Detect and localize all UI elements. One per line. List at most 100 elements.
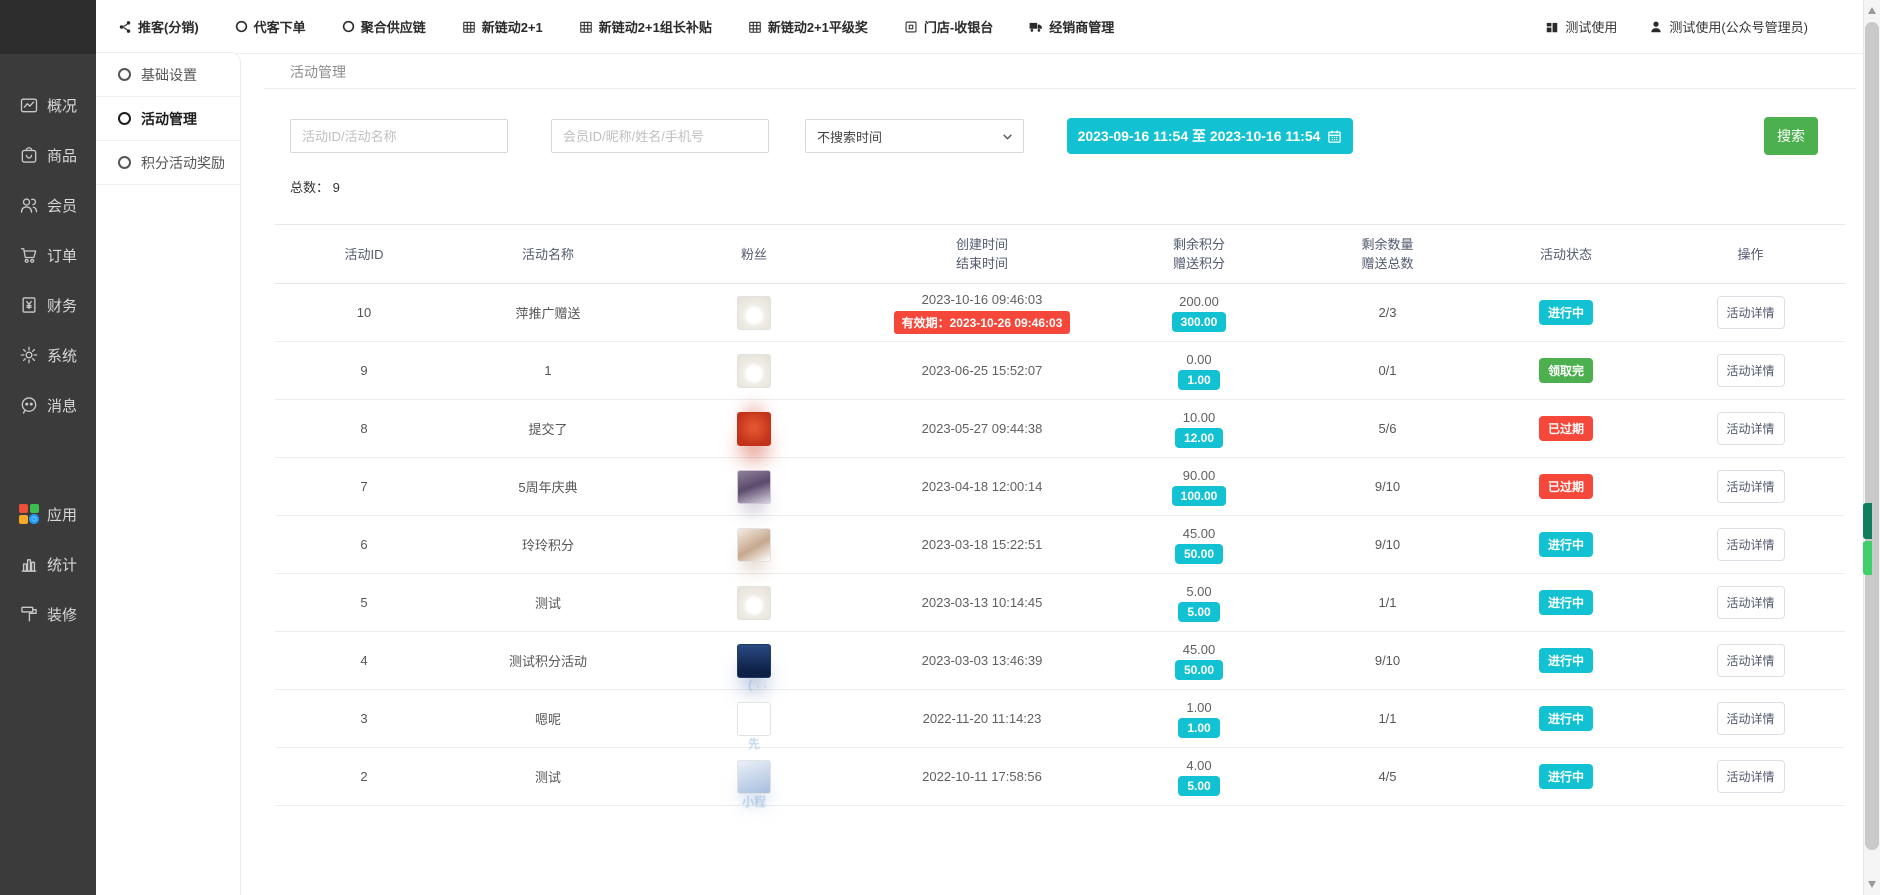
topnav-account-item[interactable]: 测试使用 (1545, 17, 1617, 36)
cell-activity-name: 萍推广赠送 (453, 284, 643, 342)
cell-quantity: 9/10 (1299, 632, 1476, 690)
finance-icon (19, 295, 39, 315)
page-title: 活动管理 (264, 54, 1856, 89)
cell-status: 领取完 (1476, 342, 1656, 400)
activity-detail-button[interactable]: 活动详情 (1717, 296, 1785, 329)
sidebar-item-stats[interactable]: 统计 (0, 539, 96, 589)
submenu-item-label: 活动管理 (141, 109, 197, 129)
cell-status: 已过期 (1476, 458, 1656, 516)
sidebar-item-decorate[interactable]: 装修 (0, 589, 96, 639)
edge-widget-top[interactable] (1863, 503, 1872, 539)
cell-activity-id: 2 (275, 748, 453, 806)
vertical-scrollbar[interactable] (1863, 0, 1880, 895)
status-badge: 已过期 (1539, 474, 1593, 499)
cell-status: 进行中 (1476, 284, 1656, 342)
cell-points: 10.0012.00 (1099, 400, 1299, 458)
circle-icon (118, 112, 131, 125)
topnav-item[interactable]: 门店-收银台 (904, 17, 993, 36)
search-button[interactable]: 搜索 (1764, 117, 1818, 155)
system-icon (19, 345, 39, 365)
remaining-points: 90.00 (1099, 468, 1299, 483)
status-badge: 领取完 (1539, 358, 1593, 383)
cell-fans (643, 342, 865, 400)
table-row: 5测试2023-03-13 10:14:455.005.001/1进行中活动详情 (275, 574, 1845, 632)
topnav-item[interactable]: 新链动2+1 (462, 17, 543, 36)
column-header-line: 赠送积分 (1100, 254, 1298, 273)
sidebar-item-overview[interactable]: 概况 (0, 80, 96, 130)
activity-detail-button[interactable]: 活动详情 (1717, 528, 1785, 561)
cell-status: 进行中 (1476, 516, 1656, 574)
topnav-item[interactable]: 新链动2+1组长补贴 (579, 17, 712, 36)
sidebar-item-label: 消息 (47, 395, 77, 416)
submenu-item[interactable]: 积分活动奖励 (96, 141, 240, 185)
cell-activity-name: 玲玲积分 (453, 516, 643, 574)
activity-detail-button[interactable]: 活动详情 (1717, 760, 1785, 793)
cell-activity-id: 10 (275, 284, 453, 342)
topbar: 推客(分销) 代客下单 聚合供应链 新链动2+1 新链动2+1组长补贴 新链动2+1平级奖… (96, 0, 1880, 54)
cell-fans: 先 (643, 690, 865, 748)
sidebar-item-label: 概况 (47, 95, 77, 116)
status-badge: 已过期 (1539, 416, 1593, 441)
activity-detail-button[interactable]: 活动详情 (1717, 644, 1785, 677)
activity-detail-button[interactable]: 活动详情 (1717, 702, 1785, 735)
sidebar-item-system[interactable]: 系统 (0, 330, 96, 380)
sidebar-item-members[interactable]: 会员 (0, 180, 96, 230)
cell-action: 活动详情 (1656, 342, 1845, 400)
orders-icon (19, 245, 39, 265)
edge-widget-bottom[interactable] (1863, 541, 1872, 575)
decorate-icon (19, 604, 39, 624)
date-range-button[interactable]: 2023-09-16 11:54 至 2023-10-16 11:54 (1067, 118, 1353, 154)
sidebar-main-nav: 概况商品会员订单财务系统消息 (0, 80, 96, 430)
submenu-item[interactable]: 活动管理 (96, 97, 240, 141)
gift-points-badge: 1.00 (1178, 718, 1219, 738)
scrollbar-up-arrow[interactable] (1868, 7, 1876, 14)
cell-activity-name: 提交了 (453, 400, 643, 458)
cell-activity-name: 5周年庆典 (453, 458, 643, 516)
sidebar-item-finance[interactable]: 财务 (0, 280, 96, 330)
activity-table: 活动ID活动名称粉丝创建时间结束时间剩余积分赠送积分剩余数量赠送总数活动状态操作… (275, 224, 1845, 806)
column-header-line: 粉丝 (644, 245, 864, 264)
column-header: 创建时间结束时间 (865, 225, 1099, 284)
activity-detail-button[interactable]: 活动详情 (1717, 354, 1785, 387)
topnav-item[interactable]: 新链动2+1平级奖 (748, 17, 868, 36)
fan-avatar (737, 760, 771, 794)
topnav-item[interactable]: 经销商管理 (1029, 17, 1114, 36)
activity-detail-button[interactable]: 活动详情 (1717, 470, 1785, 503)
sidebar-item-message[interactable]: 消息 (0, 380, 96, 430)
body-row: 基础设置活动管理积分活动奖励 活动管理 不搜索时间 2023-09-16 11:… (96, 54, 1880, 894)
status-badge: 进行中 (1539, 532, 1593, 557)
activity-search-input[interactable] (290, 119, 508, 153)
activity-detail-button[interactable]: 活动详情 (1717, 586, 1785, 619)
scrollbar-thumb[interactable] (1865, 22, 1879, 850)
scrollbar-down-arrow[interactable] (1868, 881, 1876, 888)
members-icon (19, 195, 39, 215)
topnav-item[interactable]: 代客下单 (235, 17, 306, 36)
time-filter-select[interactable]: 不搜索时间 (805, 119, 1024, 153)
sidebar-item-goods[interactable]: 商品 (0, 130, 96, 180)
cell-quantity: 2/3 (1299, 284, 1476, 342)
topnav-item[interactable]: 聚合供应链 (342, 17, 426, 36)
cell-create-time: 2022-11-20 11:14:23 (865, 690, 1099, 748)
cell-status: 进行中 (1476, 748, 1656, 806)
edge-floating-widget[interactable] (1863, 503, 1872, 575)
topnav-account-item[interactable]: 测试使用(公众号管理员) (1649, 17, 1808, 36)
sidebar-item-orders[interactable]: 订单 (0, 230, 96, 280)
submenu-item[interactable]: 基础设置 (96, 53, 240, 97)
sidebar-item-apps-color[interactable]: 应用 (0, 489, 96, 539)
sidebar-item-label: 装修 (47, 604, 77, 625)
sidebar-item-label: 订单 (47, 245, 77, 266)
remaining-points: 200.00 (1099, 294, 1299, 309)
member-search-input[interactable] (551, 119, 769, 153)
cell-activity-name: 嗯呢 (453, 690, 643, 748)
gift-points-badge: 50.00 (1175, 544, 1223, 564)
column-header: 活动名称 (453, 225, 643, 284)
circle-icon (118, 156, 131, 169)
logo-area (0, 0, 96, 54)
cell-create-time: 2023-03-03 13:46:39 (865, 632, 1099, 690)
created-time: 2023-10-16 09:46:03 (865, 292, 1099, 307)
activity-detail-button[interactable]: 活动详情 (1717, 412, 1785, 445)
topnav-item[interactable]: 推客(分销) (118, 17, 199, 36)
topnav-item-label: 门店-收银台 (924, 17, 993, 36)
cell-action: 活动详情 (1656, 748, 1845, 806)
cell-status: 进行中 (1476, 690, 1656, 748)
